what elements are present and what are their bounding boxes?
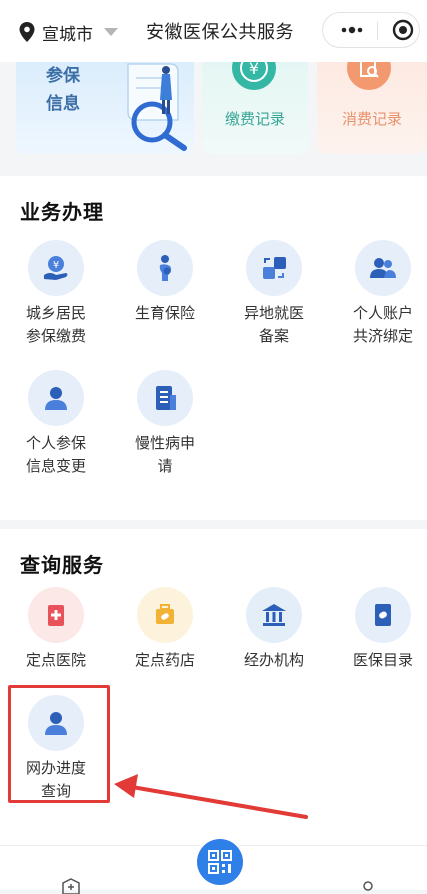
icon-circle bbox=[137, 587, 193, 643]
item-label: 定点医院 bbox=[25, 651, 86, 669]
bottom-tab-bar bbox=[0, 836, 427, 894]
grid-item-designated-hospital[interactable]: 定点医院 bbox=[2, 587, 110, 672]
item-label: 经办机构 bbox=[243, 651, 304, 669]
item-label: 医保目录 bbox=[352, 651, 413, 669]
icon-circle bbox=[246, 240, 302, 296]
institution-icon bbox=[262, 604, 286, 626]
section-title: 查询服务 bbox=[20, 553, 104, 577]
pharmacy-icon bbox=[156, 604, 174, 624]
consumption-record-card[interactable]: 消费记录 bbox=[317, 62, 427, 154]
consumption-record-label: 消费记录 bbox=[341, 110, 402, 128]
city-name: 宣城市 bbox=[42, 24, 93, 45]
item-label: 城乡居民 参保缴费 bbox=[25, 304, 86, 345]
users-icon bbox=[370, 258, 396, 278]
capsule-divider bbox=[377, 22, 378, 40]
document-magnifier-illustration-icon bbox=[127, 63, 187, 151]
svg-text:¥: ¥ bbox=[53, 260, 59, 271]
scan-qr-button[interactable] bbox=[194, 836, 246, 888]
icon-circle bbox=[28, 587, 84, 643]
transfer-icon bbox=[263, 257, 286, 279]
svg-text:¥: ¥ bbox=[249, 62, 259, 78]
maternity-icon bbox=[159, 255, 172, 281]
header-bar: 宣城市 安徽医保公共服务 bbox=[0, 0, 427, 62]
grid-item-designated-pharmacy[interactable]: 定点药店 bbox=[111, 587, 219, 672]
insurance-info-label: 参保 信息 bbox=[46, 66, 80, 114]
grid-item-chronic-disease-application[interactable]: 慢性病申 请 bbox=[111, 370, 219, 478]
grid-item-insurance-catalog[interactable]: 医保目录 bbox=[329, 587, 427, 672]
hospital-icon bbox=[48, 605, 64, 626]
icon-circle: ¥ bbox=[28, 240, 84, 296]
user-icon bbox=[45, 387, 67, 410]
icon-circle bbox=[137, 240, 193, 296]
app-title: 安徽医保公共服务 bbox=[146, 22, 294, 43]
insurance-info-card[interactable]: 参保 信息 bbox=[16, 62, 194, 154]
item-label: 异地就医 备案 bbox=[243, 304, 304, 345]
yuan-hand-icon: ¥ bbox=[44, 256, 68, 280]
target-close-icon[interactable] bbox=[391, 18, 415, 42]
item-label: 个人参保 信息变更 bbox=[25, 434, 86, 475]
qr-code-icon bbox=[208, 850, 232, 874]
yuan-coin-icon: ¥ bbox=[232, 62, 276, 90]
business-section: 业务办理 ¥ 城乡居民 参保缴费 生育保险 异地就医 备案 个人账户 共济绑定 … bbox=[0, 176, 427, 520]
icon-circle bbox=[137, 370, 193, 426]
more-dots-icon[interactable] bbox=[339, 21, 365, 39]
city-selector[interactable]: 宣城市 bbox=[18, 20, 119, 45]
catalog-icon bbox=[375, 604, 391, 626]
mini-program-capsule bbox=[322, 12, 420, 48]
top-cards: 参保 信息 ¥ 缴费记录 消费记录 bbox=[0, 62, 427, 166]
icon-circle bbox=[355, 240, 411, 296]
grid-item-personal-account-binding[interactable]: 个人账户 共济绑定 bbox=[329, 240, 427, 348]
item-label: 慢性病申 请 bbox=[134, 434, 195, 475]
document-search-icon bbox=[347, 62, 391, 90]
icon-circle bbox=[28, 370, 84, 426]
scan-qr-circle bbox=[197, 839, 243, 885]
grid-item-resident-insurance-payment[interactable]: ¥ 城乡居民 参保缴费 bbox=[2, 240, 110, 348]
grid-item-remote-medical-filing[interactable]: 异地就医 备案 bbox=[220, 240, 328, 348]
item-label: 个人账户 共济绑定 bbox=[352, 304, 413, 345]
highlight-box bbox=[8, 685, 110, 803]
red-arrow-icon bbox=[114, 774, 308, 819]
grid-item-personal-info-change[interactable]: 个人参保 信息变更 bbox=[2, 370, 110, 478]
section-title: 业务办理 bbox=[20, 200, 104, 224]
home-shield-icon[interactable] bbox=[62, 878, 80, 894]
caret-down-icon bbox=[104, 28, 118, 36]
item-label: 定点药店 bbox=[134, 651, 195, 669]
profile-icon[interactable] bbox=[360, 880, 376, 894]
icon-circle bbox=[355, 587, 411, 643]
location-pin-icon bbox=[19, 22, 35, 42]
grid-item-handling-institution[interactable]: 经办机构 bbox=[220, 587, 328, 672]
icon-circle bbox=[246, 587, 302, 643]
item-label: 生育保险 bbox=[134, 304, 195, 322]
payment-record-card[interactable]: ¥ 缴费记录 bbox=[202, 62, 308, 154]
grid-item-maternity-insurance[interactable]: 生育保险 bbox=[111, 240, 219, 325]
payment-record-label: 缴费记录 bbox=[224, 110, 285, 128]
building-document-icon bbox=[156, 386, 176, 410]
